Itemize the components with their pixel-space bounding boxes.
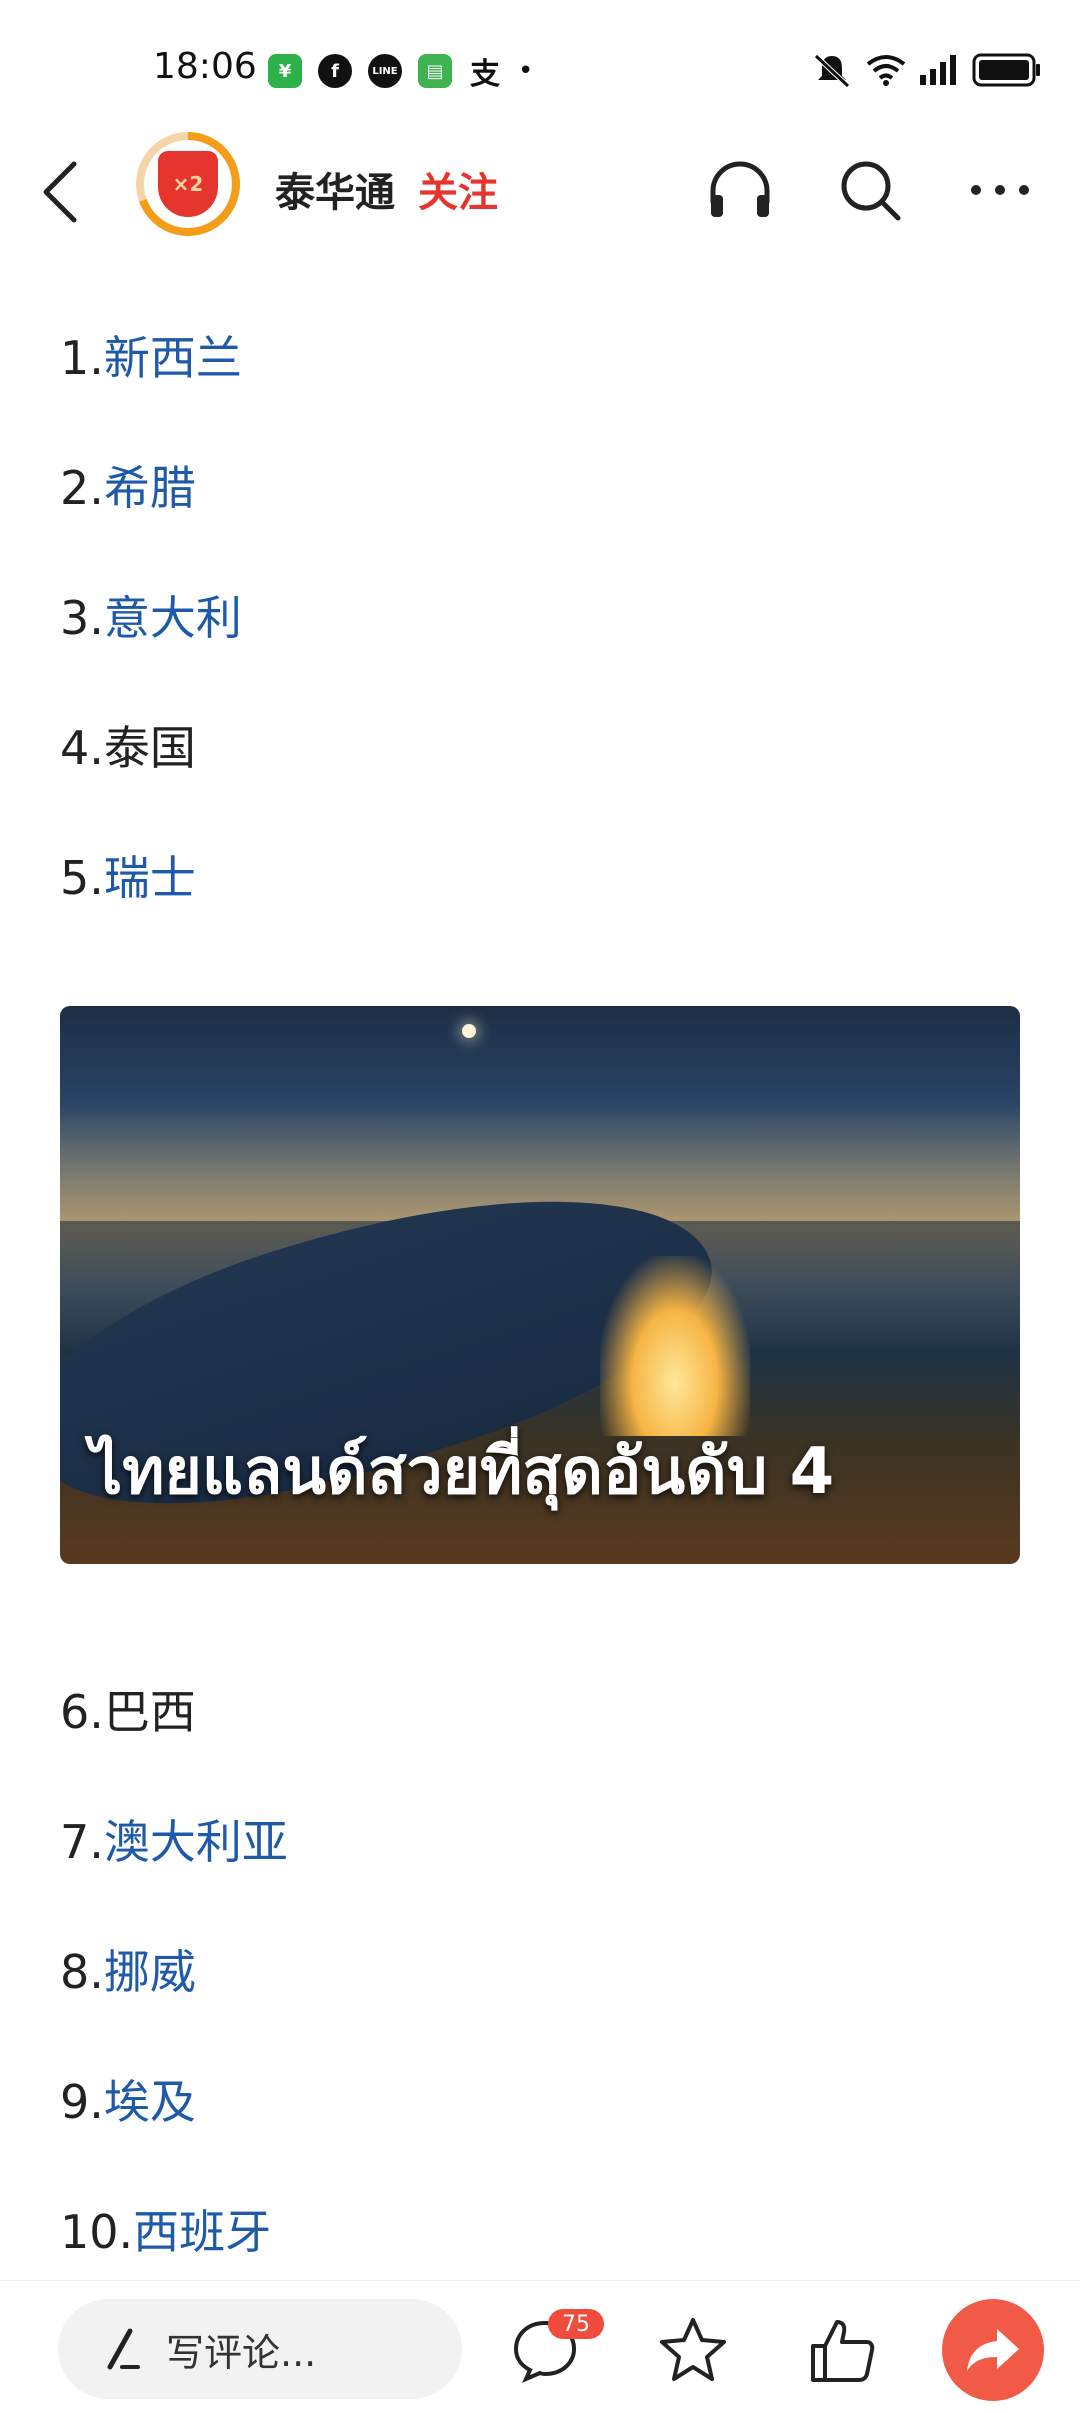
alipay-icon: 支 xyxy=(470,57,500,92)
status-right-icons xyxy=(812,52,1042,88)
search-icon xyxy=(841,161,901,221)
list-item: 2.希腊 xyxy=(60,461,196,515)
comment-placeholder: 写评论... xyxy=(166,2330,317,2375)
list-item: 10.西班牙 xyxy=(60,2205,272,2259)
search-button[interactable] xyxy=(830,150,910,230)
back-icon xyxy=(43,161,77,223)
follow-button[interactable]: 关注 xyxy=(418,160,498,218)
country-link[interactable]: 瑞士 xyxy=(104,851,196,905)
pen-icon xyxy=(98,2327,142,2371)
avatar-badge: ×2 xyxy=(158,151,218,217)
list-item: 3.意大利 xyxy=(60,591,242,645)
favorite-button[interactable] xyxy=(648,2307,738,2393)
messages-icon: ▤ xyxy=(418,54,452,88)
share-button[interactable] xyxy=(942,2299,1044,2401)
audio-button[interactable] xyxy=(700,150,780,230)
list-item: 8.挪威 xyxy=(60,1945,196,1999)
notification-icons: ¥ f LINE ▤ 支 • xyxy=(268,54,534,92)
more-notifications-dot: • xyxy=(518,56,534,86)
share-arrow-icon xyxy=(967,2329,1019,2371)
signal-icon xyxy=(920,55,956,85)
account-name[interactable]: 泰华通 xyxy=(275,160,395,218)
list-item: 1.新西兰 xyxy=(60,331,242,385)
comment-count-badge: 75 xyxy=(548,2309,604,2339)
moon xyxy=(462,1024,476,1038)
country-link[interactable]: 新西兰 xyxy=(104,331,242,385)
more-button[interactable] xyxy=(960,150,1040,230)
list-item: 7.澳大利亚 xyxy=(60,1815,288,1869)
star-icon xyxy=(660,2318,726,2381)
article-header: ×2 泰华通 关注 xyxy=(0,130,1080,260)
mute-icon xyxy=(814,54,850,88)
wifi-icon xyxy=(866,55,906,86)
list-item: 6.巴西 xyxy=(60,1685,196,1739)
wechat-pay-icon: ¥ xyxy=(268,54,302,88)
temple xyxy=(600,1256,750,1436)
list-item: 9.埃及 xyxy=(60,2075,196,2129)
like-button[interactable] xyxy=(797,2307,887,2393)
country-link[interactable]: 澳大利亚 xyxy=(104,1815,288,1869)
article-photo[interactable]: ไทยแลนด์สวยที่สุดอันดับ 4 xyxy=(60,1006,1020,1564)
status-bar: 18:06 ¥ f LINE ▤ 支 • xyxy=(0,0,1080,130)
thumbs-up-icon xyxy=(811,2320,875,2382)
country-link[interactable]: 意大利 xyxy=(104,591,242,645)
avatar[interactable]: ×2 xyxy=(136,132,240,236)
photo-caption: ไทยแลนด์สวยที่สุดอันดับ 4 xyxy=(90,1435,835,1509)
bottom-action-bar: 写评论... 75 xyxy=(0,2280,1080,2413)
battery-icon xyxy=(972,53,1040,87)
facebook-icon: f xyxy=(318,54,352,88)
comment-input[interactable]: 写评论... xyxy=(58,2299,462,2399)
country-name: 巴西 xyxy=(103,1685,196,1739)
headphones-icon xyxy=(710,161,770,217)
country-link[interactable]: 希腊 xyxy=(104,461,196,515)
country-link[interactable]: 埃及 xyxy=(104,2075,196,2129)
list-item: 5.瑞士 xyxy=(60,851,196,905)
status-time: 18:06 xyxy=(153,46,257,87)
more-icon xyxy=(971,185,1029,195)
country-link[interactable]: 西班牙 xyxy=(133,2205,271,2259)
list-item: 4.泰国 xyxy=(60,721,196,775)
line-icon: LINE xyxy=(368,54,402,88)
country-link[interactable]: 挪威 xyxy=(104,1945,196,1999)
country-name: 泰国 xyxy=(103,721,196,775)
back-button[interactable] xyxy=(30,152,90,232)
